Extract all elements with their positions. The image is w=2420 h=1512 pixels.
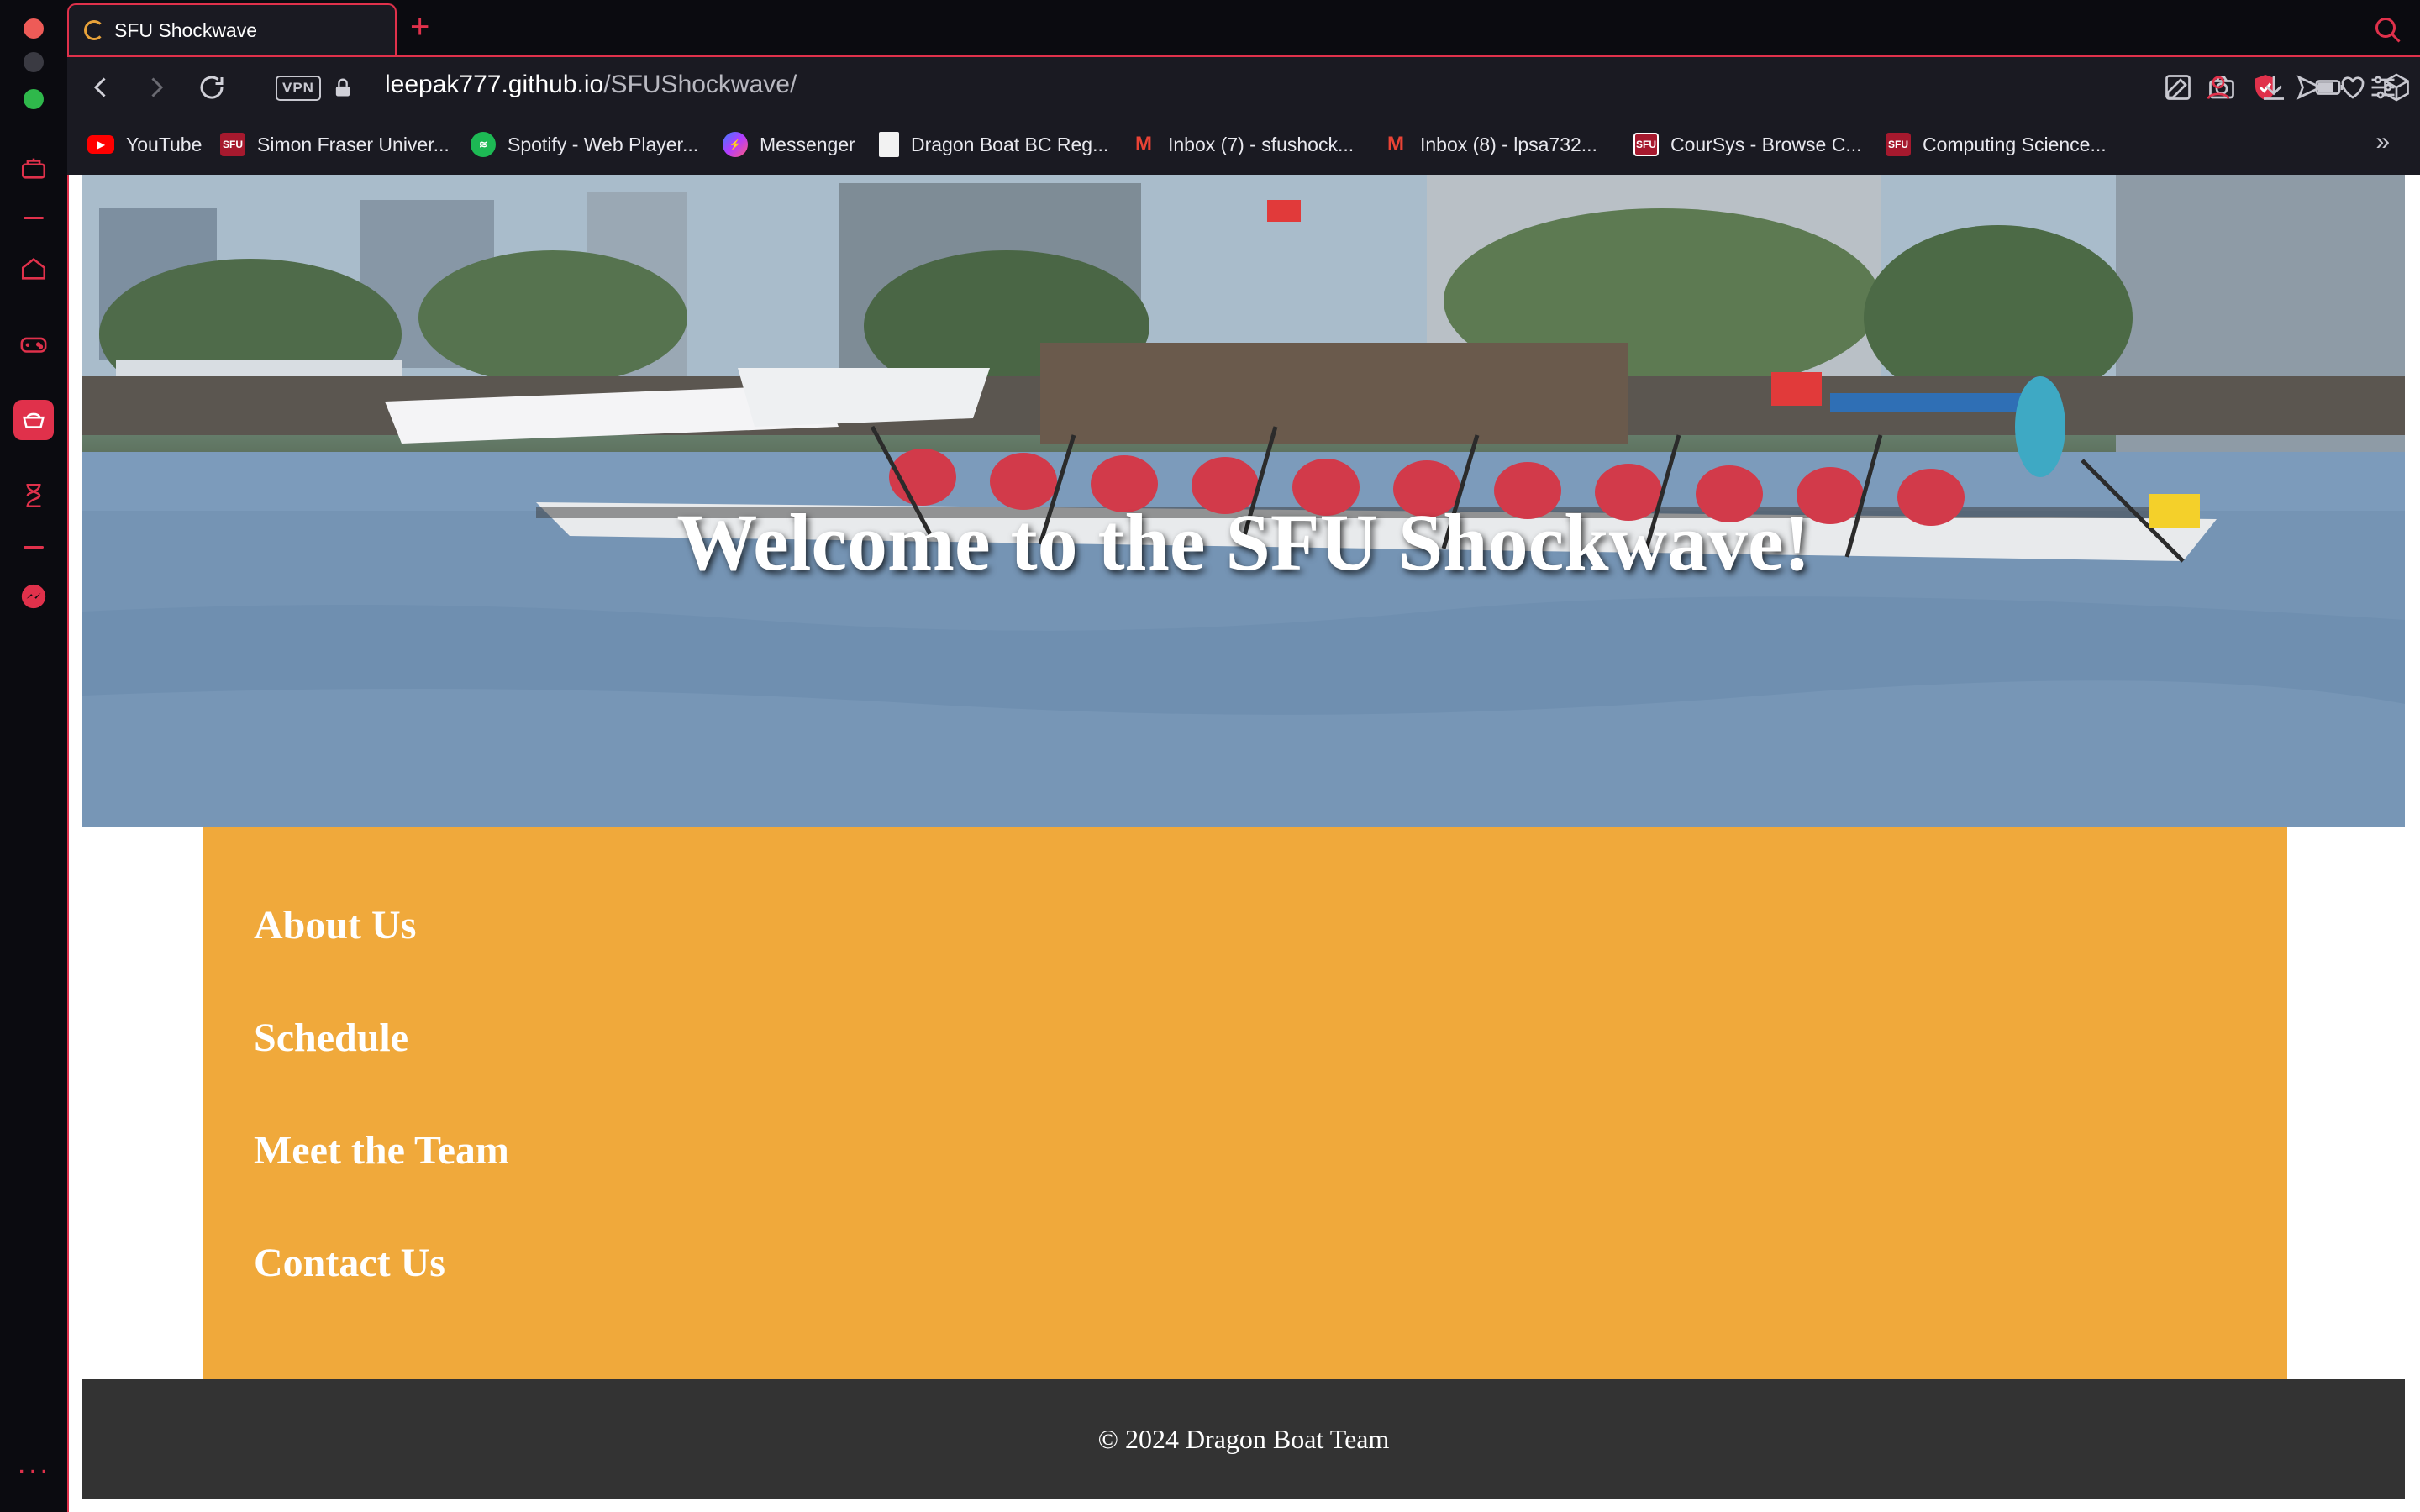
easy-setup-menu-icon[interactable] bbox=[2368, 72, 2398, 102]
zoom-window-button[interactable] bbox=[24, 89, 44, 109]
bookmark-coursys[interactable]: SFU CourSys - Browse C... bbox=[1634, 128, 1862, 161]
search-tabs-icon[interactable] bbox=[2373, 15, 2403, 45]
bookmark-computing-science[interactable]: SFU Computing Science... bbox=[1886, 128, 2107, 161]
nav-link-about-us[interactable]: About Us bbox=[254, 902, 416, 948]
reload-icon[interactable] bbox=[197, 72, 227, 102]
gmail-icon: M bbox=[1135, 133, 1152, 155]
bookmark-gmail-lpsa732[interactable]: M Inbox (8) - lpsa732... bbox=[1383, 128, 1597, 161]
workspaces-icon[interactable] bbox=[17, 151, 50, 185]
bookmarks-overflow-button[interactable]: » bbox=[2375, 128, 2390, 156]
vpn-badge[interactable]: VPN bbox=[276, 76, 321, 101]
address-bar[interactable]: leepak777.github.io/SFUShockwave/ bbox=[385, 71, 797, 99]
forward-arrow-icon[interactable] bbox=[141, 72, 171, 102]
address-toolbar: VPN leepak777.github.io/SFUShockwave/ bbox=[67, 55, 2420, 116]
bookmark-label: Simon Fraser Univer... bbox=[257, 133, 450, 155]
edit-icon[interactable] bbox=[2163, 72, 2193, 102]
bookmarks-bar: ▶ YouTube SFU Simon Fraser Univer... ≋ S… bbox=[67, 116, 2420, 175]
sfu-icon: SFU bbox=[220, 133, 245, 156]
bookmark-label: YouTube bbox=[126, 133, 203, 155]
messenger-sidebar-icon[interactable] bbox=[17, 580, 50, 613]
bookmark-label: Computing Science... bbox=[1923, 133, 2107, 155]
footer-text: © 2024 Dragon Boat Team bbox=[1097, 1423, 1390, 1454]
messenger-icon: ⚡ bbox=[723, 132, 748, 157]
sfu-icon: SFU bbox=[1886, 133, 1911, 156]
tab-sfu-shockwave[interactable]: SFU Shockwave bbox=[67, 3, 397, 55]
bookmark-label: Messenger bbox=[760, 133, 855, 155]
hero-banner: Welcome to the SFU Shockwave! bbox=[82, 175, 2405, 827]
nav-link-contact-us[interactable]: Contact Us bbox=[254, 1240, 445, 1286]
new-tab-button[interactable]: + bbox=[410, 8, 429, 45]
url-path: /SFUShockwave/ bbox=[603, 71, 797, 98]
nav-link-meet-the-team[interactable]: Meet the Team bbox=[254, 1127, 509, 1173]
tab-favicon-icon bbox=[84, 20, 104, 40]
bookmark-sfu[interactable]: SFU Simon Fraser Univer... bbox=[220, 128, 450, 161]
browser-sidebar: ··· bbox=[0, 0, 67, 1512]
bookmark-label: Spotify - Web Player... bbox=[508, 133, 699, 155]
sidebar-divider bbox=[24, 546, 44, 549]
bookmark-label: Inbox (7) - sfushock... bbox=[1168, 133, 1355, 155]
bookmark-dragon-boat-bc[interactable]: Dragon Boat BC Reg... bbox=[879, 128, 1108, 161]
back-arrow-icon[interactable] bbox=[86, 72, 116, 102]
bookmark-youtube[interactable]: ▶ YouTube bbox=[87, 128, 202, 161]
bookmark-label: Inbox (8) - lpsa732... bbox=[1420, 133, 1597, 155]
page-footer: © 2024 Dragon Boat Team bbox=[82, 1379, 2405, 1499]
sidebar-divider bbox=[24, 217, 44, 219]
document-icon bbox=[879, 132, 899, 157]
bookmark-label: Dragon Boat BC Reg... bbox=[911, 133, 1109, 155]
bookmark-messenger[interactable]: ⚡ Messenger bbox=[723, 128, 855, 161]
hourglass-icon[interactable] bbox=[17, 479, 50, 512]
spotify-icon: ≋ bbox=[471, 132, 496, 157]
minimize-window-button[interactable] bbox=[24, 52, 44, 72]
profile-icon[interactable] bbox=[2203, 72, 2233, 102]
nav-link-schedule[interactable]: Schedule bbox=[254, 1015, 408, 1061]
battery-saver-icon[interactable] bbox=[2314, 72, 2344, 102]
gmail-icon: M bbox=[1387, 133, 1404, 155]
download-icon[interactable] bbox=[2259, 72, 2289, 102]
youtube-icon: ▶ bbox=[87, 135, 114, 154]
page-viewport: Welcome to the SFU Shockwave! About Us S… bbox=[67, 175, 2420, 1512]
bookmark-label: CourSys - Browse C... bbox=[1670, 133, 1862, 155]
close-window-button[interactable] bbox=[24, 18, 44, 39]
more-icon[interactable]: ··· bbox=[17, 1456, 50, 1487]
home-icon[interactable] bbox=[17, 252, 50, 286]
hero-title: Welcome to the SFU Shockwave! bbox=[676, 497, 1811, 587]
sfu-icon: SFU bbox=[1634, 133, 1659, 156]
gaming-icon[interactable] bbox=[17, 328, 50, 361]
tab-title: SFU Shockwave bbox=[114, 18, 258, 41]
twitch-icon[interactable] bbox=[13, 400, 54, 440]
section-nav: About Us Schedule Meet the Team Contact … bbox=[203, 827, 2287, 1379]
lock-icon[interactable] bbox=[331, 74, 355, 101]
bookmark-gmail-sfushock[interactable]: M Inbox (7) - sfushock... bbox=[1131, 128, 1354, 161]
bookmark-spotify[interactable]: ≋ Spotify - Web Player... bbox=[471, 128, 698, 161]
url-host: leepak777.github.io bbox=[385, 71, 604, 98]
